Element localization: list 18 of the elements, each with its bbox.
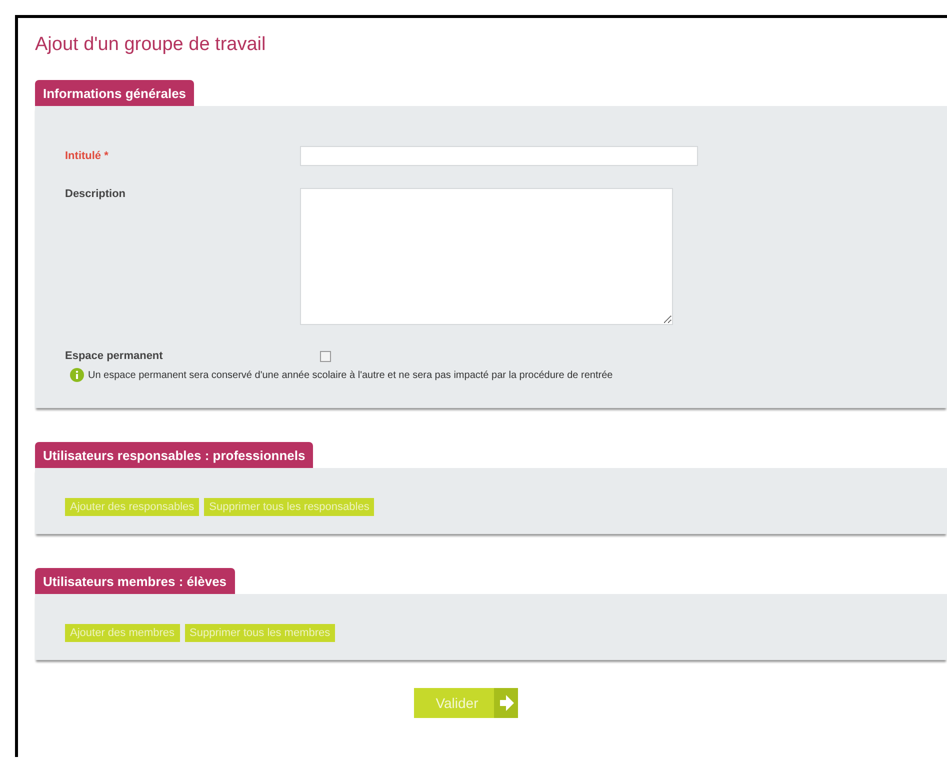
help-text: Un espace permanent sera conservé d'une année scolaire à l'autre et ne sera pas impacté par la procédure de rentrée [88,370,613,380]
action-button[interactable]: Ajouter des responsables [65,498,200,516]
action-button[interactable]: Ajouter des membres [65,624,180,642]
section-heading: Utilisateurs responsables : professionnels [35,442,314,468]
section-heading: Informations générales [35,80,194,106]
info-icon [70,368,84,382]
section-heading: Utilisateurs membres : élèves [35,568,235,594]
field-label: Intitulé * [65,149,110,162]
submit-button[interactable]: Valider [414,688,518,718]
input-field[interactable] [300,146,698,166]
action-button[interactable]: Supprimer tous les membres [184,624,336,642]
checkbox[interactable] [320,350,331,362]
field-label: Espace permanent [65,350,164,362]
page-title: Ajout d'un groupe de travail [35,34,267,56]
arrow-right-icon [494,688,518,718]
text-area[interactable] [300,188,673,325]
action-button[interactable]: Supprimer tous les responsables [204,498,374,516]
field-label: Description [65,188,127,200]
